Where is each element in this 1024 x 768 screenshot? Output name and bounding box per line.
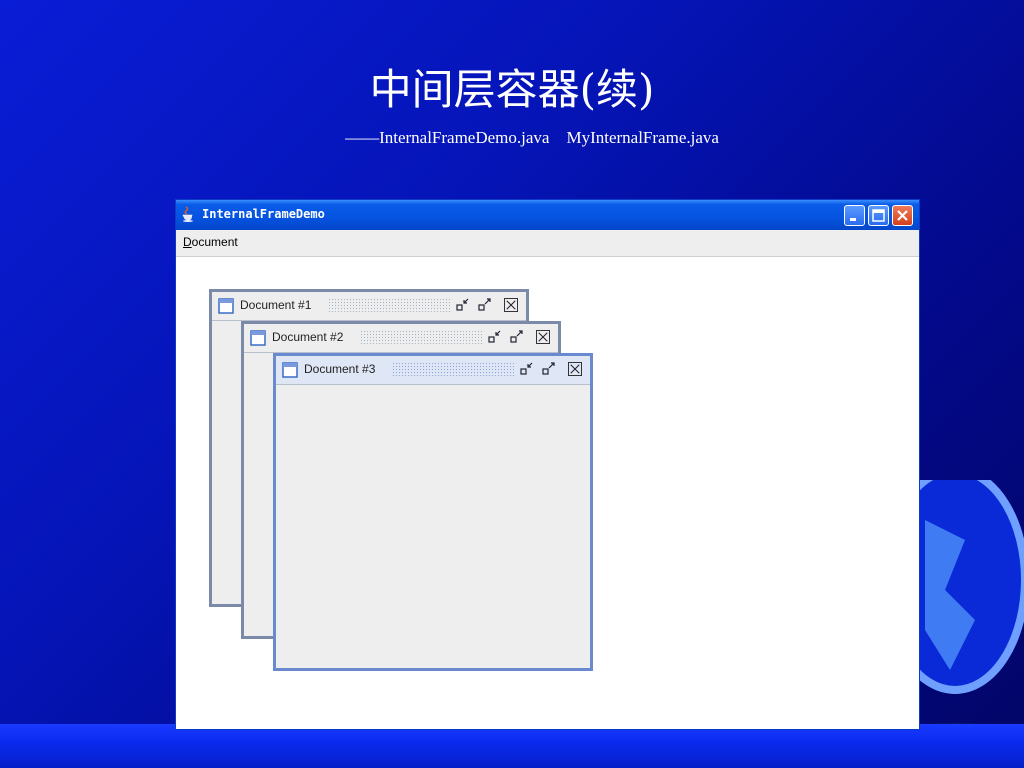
slide-title: 中间层容器(续) — [369, 65, 655, 114]
iconify-icon[interactable] — [488, 330, 502, 344]
bottom-band — [0, 724, 1024, 768]
internal-frame-title: Document #1 — [240, 298, 312, 312]
menu-document[interactable]: Document — [183, 235, 238, 249]
title-grip — [360, 330, 482, 346]
title-grip — [328, 298, 450, 314]
iconify-icon[interactable] — [456, 298, 470, 312]
internal-frame-title-bar[interactable]: Document #1 — [212, 292, 526, 321]
window-title-bar[interactable]: InternalFrameDemo — [176, 200, 919, 230]
maximize-button[interactable] — [868, 205, 889, 226]
internal-frame-title: Document #3 — [304, 362, 376, 376]
minimize-button[interactable] — [844, 205, 865, 226]
close-icon[interactable] — [568, 362, 582, 376]
menu-mnemonic: D — [183, 235, 192, 249]
maximize-icon[interactable] — [542, 362, 556, 376]
close-button[interactable] — [892, 205, 913, 226]
menu-bar: Document — [176, 230, 919, 257]
maximize-icon — [872, 209, 885, 222]
maximize-icon[interactable] — [478, 298, 492, 312]
maximize-icon[interactable] — [510, 330, 524, 344]
globe-decoration — [905, 480, 1024, 737]
java-cup-icon — [182, 206, 193, 222]
internal-frame-3[interactable]: Document #3 — [273, 353, 593, 671]
menu-document-rest: ocument — [191, 235, 238, 249]
close-icon[interactable] — [536, 330, 550, 344]
document-window-icon — [282, 362, 298, 378]
close-icon — [897, 210, 908, 221]
internal-frame-title-bar[interactable]: Document #3 — [276, 356, 590, 385]
document-window-icon — [250, 330, 266, 346]
document-window-icon — [218, 298, 234, 314]
title-grip — [392, 362, 514, 378]
iconify-icon[interactable] — [520, 362, 534, 376]
internal-frame-title: Document #2 — [272, 330, 344, 344]
window-title: InternalFrameDemo — [202, 207, 325, 221]
close-icon[interactable] — [504, 298, 518, 312]
internal-frame-title-bar[interactable]: Document #2 — [244, 324, 558, 353]
minimize-icon — [850, 218, 856, 221]
slide-subtitle: ——InternalFrameDemo.java MyInternalFrame… — [345, 128, 719, 147]
app-window[interactable]: InternalFrameDemo Document Document #1 D… — [175, 199, 920, 730]
